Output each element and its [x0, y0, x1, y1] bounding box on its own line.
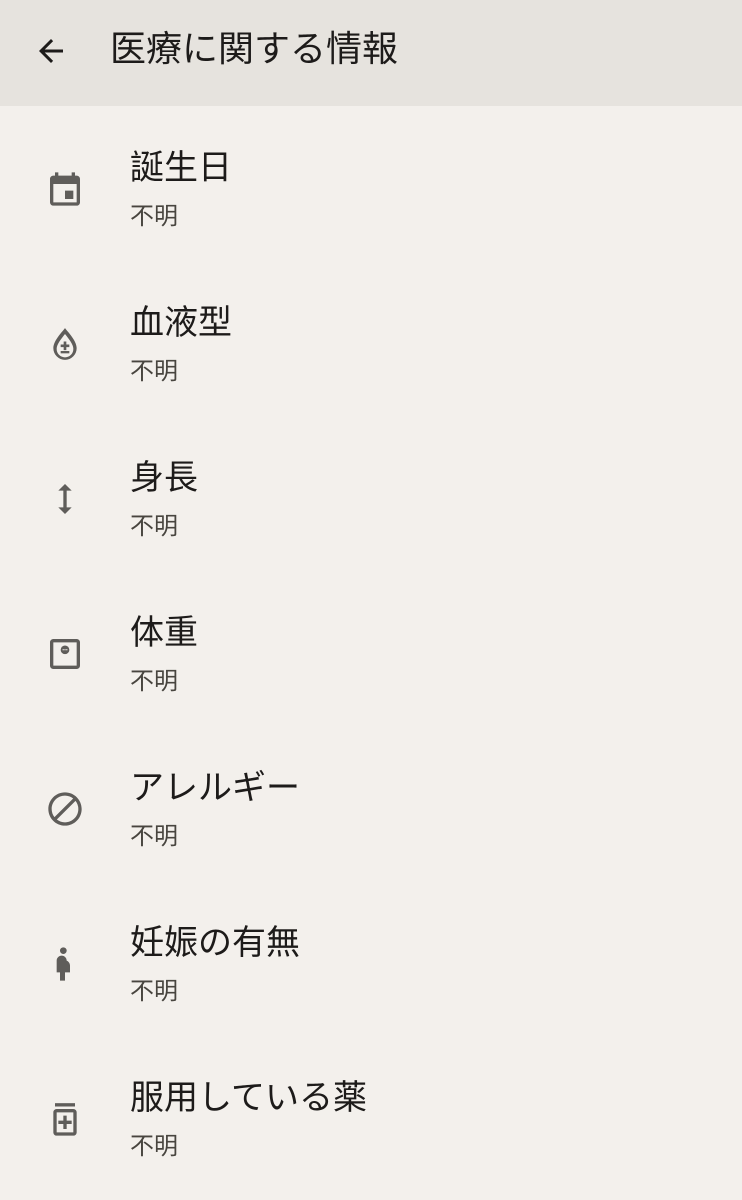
list-item-weight[interactable]: 体重 不明: [0, 577, 742, 732]
pregnant-icon: [40, 939, 90, 989]
scale-icon: [40, 629, 90, 679]
list-item-birthday[interactable]: 誕生日 不明: [0, 112, 742, 267]
back-button[interactable]: [26, 26, 76, 76]
page-title: 医療に関する情報: [110, 29, 399, 70]
list-item-medication[interactable]: 服用している薬 不明: [0, 1042, 742, 1197]
block-icon: [40, 784, 90, 834]
list-item-value: 不明: [130, 202, 178, 230]
height-icon: [40, 474, 90, 524]
list-item-value: 不明: [130, 512, 178, 540]
medication-icon: [40, 1094, 90, 1144]
list-item-height[interactable]: 身長 不明: [0, 422, 742, 577]
list-item-label: 血液型: [130, 303, 232, 343]
list-item-value: 不明: [130, 667, 178, 695]
list-item-allergy[interactable]: アレルギー 不明: [0, 732, 742, 887]
list-item-value: 不明: [130, 822, 178, 850]
list-item-label: 誕生日: [130, 148, 232, 188]
list-item-pregnancy[interactable]: 妊娠の有無 不明: [0, 887, 742, 1042]
app-bar: 医療に関する情報: [0, 0, 742, 106]
arrow-back-icon: [39, 39, 63, 63]
list-item-value: 不明: [130, 977, 178, 1005]
list-item-blood-type[interactable]: 血液型 不明: [0, 267, 742, 422]
medical-info-list: 誕生日 不明 血液型 不明 身長 不明 体重 不明 アレルギー 不明 妊娠の有無…: [0, 112, 742, 1197]
list-item-value: 不明: [130, 357, 178, 385]
blood-type-icon: [40, 319, 90, 369]
list-item-label: アレルギー: [130, 768, 300, 808]
list-item-label: 服用している薬: [130, 1078, 367, 1118]
list-item-value: 不明: [130, 1132, 178, 1160]
calendar-icon: [40, 164, 90, 214]
list-item-label: 体重: [130, 613, 198, 653]
list-item-label: 身長: [130, 458, 198, 498]
list-item-label: 妊娠の有無: [130, 923, 300, 963]
